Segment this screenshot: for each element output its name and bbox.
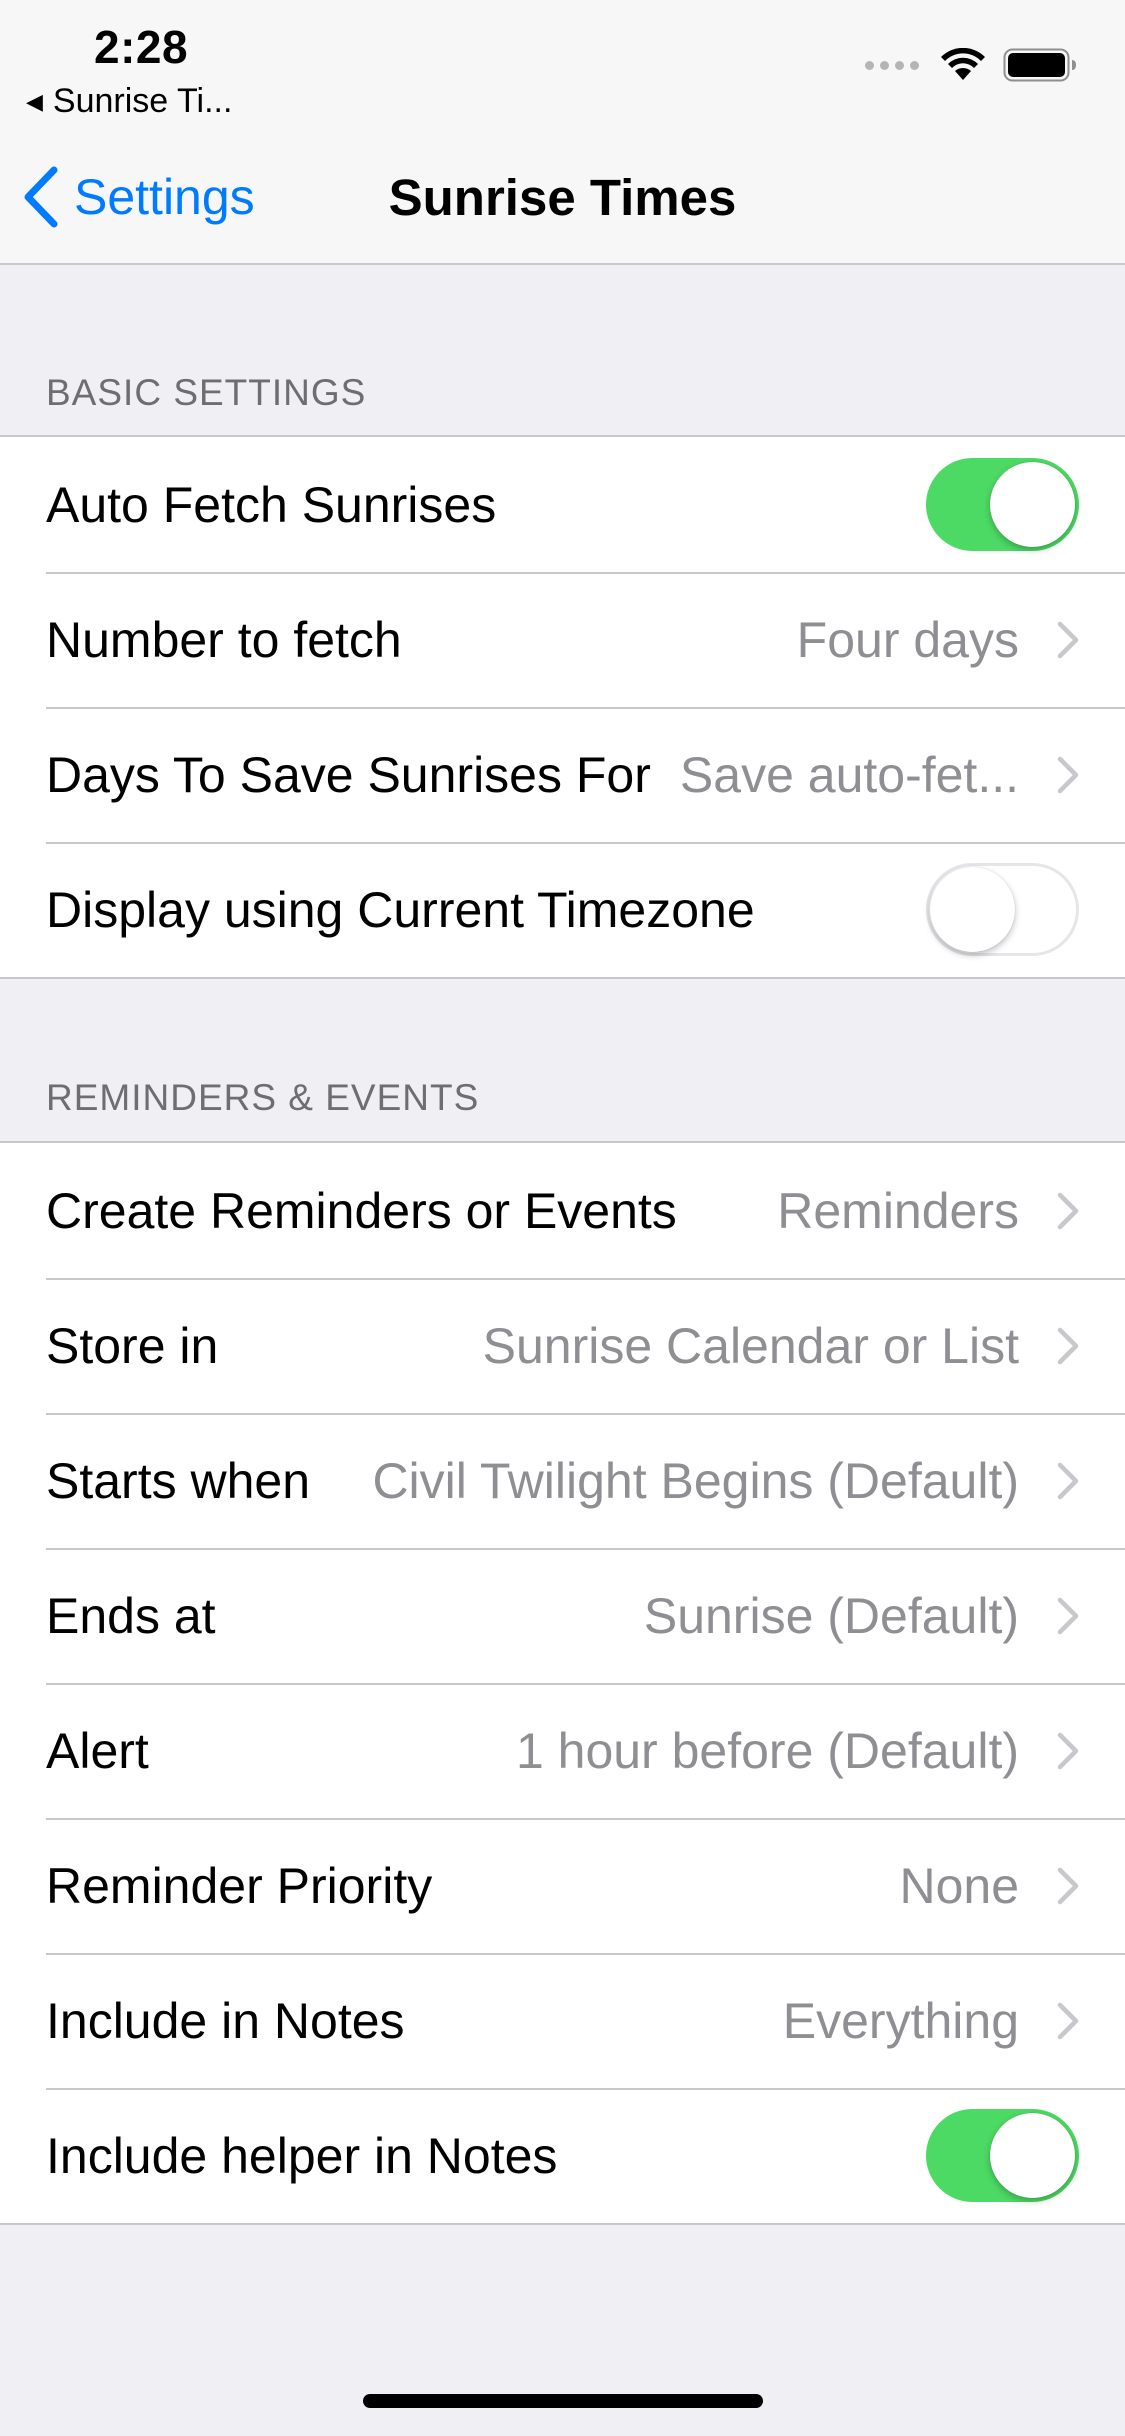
basic-settings-group: Auto Fetch Sunrises Number to fetch Four… (0, 435, 1125, 979)
days-to-save-sunrises-row[interactable]: Days To Save Sunrises For Save auto-fet.… (0, 707, 1125, 842)
section-header-basic-settings: BASIC SETTINGS (46, 372, 367, 413)
row-label: Alert (46, 1722, 149, 1779)
reminders-events-group: Create Reminders or Events Reminders Sto… (0, 1141, 1125, 2225)
ends-at-row[interactable]: Ends at Sunrise (Default) (0, 1548, 1125, 1683)
row-label: Starts when (46, 1452, 311, 1509)
auto-fetch-sunrises-toggle[interactable] (926, 458, 1079, 551)
reminder-priority-row[interactable]: Reminder Priority None (0, 1818, 1125, 1953)
home-indicator[interactable] (363, 2394, 763, 2408)
row-label: Include helper in Notes (46, 2127, 558, 2184)
signal-dots-icon (865, 60, 919, 70)
include-helper-in-notes-row[interactable]: Include helper in Notes (0, 2088, 1125, 2223)
row-label: Reminder Priority (46, 1857, 433, 1914)
chevron-right-icon (1057, 2002, 1079, 2039)
chevron-right-icon (1057, 1192, 1079, 1229)
display-current-timezone-row[interactable]: Display using Current Timezone (0, 842, 1125, 977)
status-bar: 2:28 ◀ Sunrise Ti... (0, 0, 1125, 130)
create-reminders-or-events-row[interactable]: Create Reminders or Events Reminders (0, 1143, 1125, 1278)
store-in-row[interactable]: Store in Sunrise Calendar or List (0, 1278, 1125, 1413)
page-title: Sunrise Times (388, 169, 737, 226)
alert-row[interactable]: Alert 1 hour before (Default) (0, 1683, 1125, 1818)
chevron-right-icon (1057, 621, 1079, 658)
row-value: Civil Twilight Begins (Default) (372, 1452, 1019, 1509)
navigation-bar: Settings Sunrise Times (0, 130, 1125, 265)
display-current-timezone-toggle[interactable] (926, 863, 1079, 956)
back-triangle-icon: ◀ (26, 88, 43, 114)
row-value: Save auto-fet... (679, 746, 1019, 803)
chevron-right-icon (1057, 1462, 1079, 1499)
auto-fetch-sunrises-row[interactable]: Auto Fetch Sunrises (0, 437, 1125, 572)
row-label: Include in Notes (46, 1992, 405, 2049)
row-value: Everything (782, 1992, 1019, 2049)
status-back-to-app[interactable]: ◀ Sunrise Ti... (26, 82, 232, 121)
status-indicators (865, 48, 1077, 82)
status-back-app-label: Sunrise Ti... (52, 82, 233, 120)
row-label: Create Reminders or Events (46, 1182, 677, 1239)
include-helper-in-notes-toggle[interactable] (926, 2109, 1079, 2202)
wifi-icon (941, 48, 985, 80)
chevron-right-icon (1057, 1867, 1079, 1904)
chevron-right-icon (1057, 1732, 1079, 1769)
section-header-reminders-events: REMINDERS & EVENTS (46, 1077, 480, 1118)
status-time: 2:28 (94, 21, 189, 73)
row-value: Sunrise (Default) (643, 1587, 1019, 1644)
row-label: Days To Save Sunrises For (46, 746, 651, 803)
row-value: 1 hour before (Default) (515, 1722, 1019, 1779)
starts-when-row[interactable]: Starts when Civil Twilight Begins (Defau… (0, 1413, 1125, 1548)
battery-icon (1003, 48, 1076, 82)
number-to-fetch-row[interactable]: Number to fetch Four days (0, 572, 1125, 707)
include-in-notes-row[interactable]: Include in Notes Everything (0, 1953, 1125, 2088)
row-label: Number to fetch (46, 611, 402, 668)
row-value: Reminders (777, 1182, 1019, 1239)
chevron-right-icon (1057, 1327, 1079, 1364)
row-label: Ends at (46, 1587, 216, 1644)
row-label: Store in (46, 1317, 219, 1374)
row-value: Sunrise Calendar or List (482, 1317, 1019, 1374)
row-label: Auto Fetch Sunrises (46, 476, 497, 533)
chevron-right-icon (1057, 1597, 1079, 1634)
row-value: Four days (796, 611, 1019, 668)
chevron-right-icon (1057, 756, 1079, 793)
row-label: Display using Current Timezone (46, 881, 755, 938)
row-value: None (899, 1857, 1019, 1914)
